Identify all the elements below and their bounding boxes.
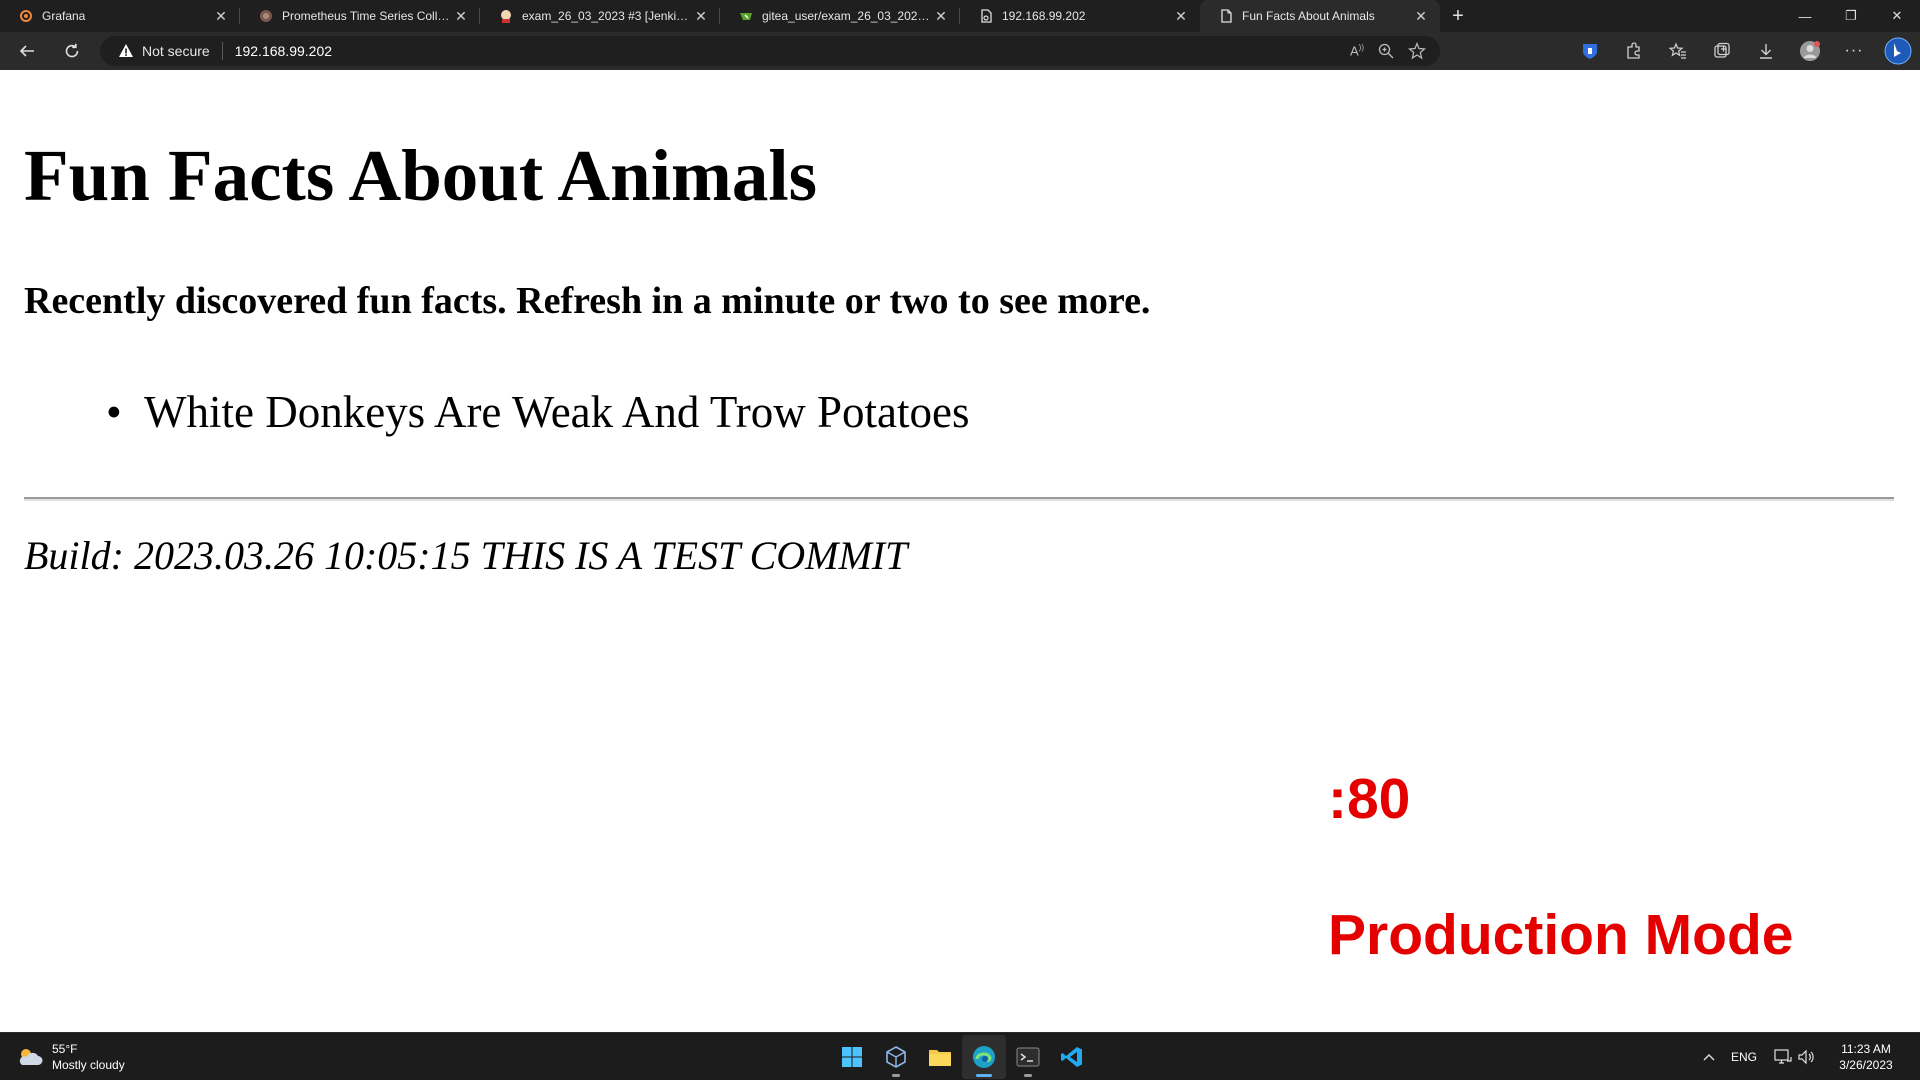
system-tray: ENG 11:23 AM 3/26/2023 xyxy=(1694,1033,1920,1081)
clock[interactable]: 11:23 AM 3/26/2023 xyxy=(1826,1041,1906,1073)
chevron-up-icon[interactable] xyxy=(1694,1053,1724,1061)
start-button[interactable] xyxy=(830,1035,874,1079)
cloud-icon xyxy=(19,1049,43,1065)
terminal-app[interactable] xyxy=(1006,1035,1050,1079)
tab-gitea[interactable]: gitea_user/exam_26_03_2023 - e ✕ xyxy=(720,0,960,32)
url-text[interactable]: 192.168.99.202 xyxy=(235,43,332,59)
edge-app[interactable] xyxy=(962,1035,1006,1079)
jenkins-icon xyxy=(498,8,514,24)
taskbar: 55°F Mostly cloudy ENG 11:23 AM 3/26/202… xyxy=(0,1032,1920,1080)
weather-temp: 55°F xyxy=(52,1042,78,1056)
fact-text: White Donkeys Are Weak And Trow Potatoes xyxy=(144,387,970,437)
tab-strip: Grafana ✕ Prometheus Time Series Collect… xyxy=(0,0,1920,32)
prometheus-icon xyxy=(258,8,274,24)
close-tab-icon[interactable]: ✕ xyxy=(452,7,470,25)
document-icon xyxy=(1218,8,1234,24)
vscode-icon xyxy=(1061,1047,1082,1067)
puzzle-icon xyxy=(1627,42,1640,59)
back-arrow-icon xyxy=(19,45,34,57)
web-page: Fun Facts About Animals Recently discove… xyxy=(0,70,1920,1032)
list-item: • White Donkeys Are Weak And Trow Potato… xyxy=(106,386,970,438)
tab-title: 192.168.99.202 xyxy=(1002,9,1086,23)
tab-title: gitea_user/exam_26_03_2023 - e xyxy=(762,9,932,23)
gitea-icon xyxy=(738,8,754,24)
weather-condition: Mostly cloudy xyxy=(52,1058,125,1072)
copilot-button[interactable] xyxy=(1876,32,1920,70)
profile-button[interactable] xyxy=(1788,32,1832,70)
facts-list: • White Donkeys Are Weak And Trow Potato… xyxy=(24,386,970,438)
avatar xyxy=(1800,41,1820,61)
tab-title: Grafana xyxy=(42,9,86,23)
network-icon xyxy=(1774,1049,1792,1064)
close-tab-icon[interactable]: ✕ xyxy=(1412,7,1430,25)
tab-title: Prometheus Time Series Collecti xyxy=(282,9,452,23)
weather-widget[interactable]: 55°F Mostly cloudy xyxy=(16,1041,125,1073)
zoom-icon[interactable] xyxy=(1378,43,1394,59)
extensions-button[interactable] xyxy=(1612,32,1656,70)
favorites-list-icon xyxy=(1669,42,1686,59)
security-label[interactable]: Not secure xyxy=(142,43,210,59)
virtualbox-icon xyxy=(886,1046,906,1068)
close-window-button[interactable]: ✕ xyxy=(1874,0,1920,32)
clock-date: 3/26/2023 xyxy=(1839,1058,1893,1072)
window-controls: — ❐ ✕ xyxy=(1782,0,1920,32)
page-subtitle: Recently discovered fun facts. Refresh i… xyxy=(24,280,1151,322)
tab-prometheus[interactable]: Prometheus Time Series Collecti ✕ xyxy=(240,0,480,32)
tab-title: exam_26_03_2023 #3 [Jenkins] xyxy=(522,9,692,23)
downloads-button[interactable] xyxy=(1744,32,1788,70)
close-tab-icon[interactable]: ✕ xyxy=(212,7,230,25)
collections-button[interactable] xyxy=(1700,32,1744,70)
warning-icon[interactable] xyxy=(118,43,134,59)
collections-icon xyxy=(1714,42,1730,58)
tab-jenkins[interactable]: exam_26_03_2023 #3 [Jenkins] ✕ xyxy=(480,0,720,32)
virtualbox-app[interactable] xyxy=(874,1035,918,1079)
extension-shield-button[interactable] xyxy=(1568,32,1612,70)
tab-fun-facts[interactable]: Fun Facts About Animals ✕ xyxy=(1200,0,1440,32)
windows-icon xyxy=(842,1047,862,1067)
refresh-icon xyxy=(65,43,79,58)
divider xyxy=(24,497,1894,501)
more-icon: ··· xyxy=(1844,42,1864,59)
volume-icon xyxy=(1798,1049,1814,1065)
tab-ip-address[interactable]: 192.168.99.202 ✕ xyxy=(960,0,1200,32)
mode-label: Production Mode xyxy=(1328,903,1794,967)
bullet: • xyxy=(106,387,122,437)
port-label: :80 xyxy=(1328,767,1411,831)
language-indicator[interactable]: ENG xyxy=(1724,1050,1764,1064)
restore-button[interactable]: ❐ xyxy=(1828,0,1874,32)
page-icon xyxy=(978,8,994,24)
bing-icon xyxy=(1884,37,1912,65)
favorites-button[interactable] xyxy=(1656,32,1700,70)
address-bar[interactable]: Not secure 192.168.99.202 A)) xyxy=(100,36,1440,66)
close-tab-icon[interactable]: ✕ xyxy=(932,7,950,25)
favorite-star-icon[interactable] xyxy=(1408,42,1426,60)
download-icon xyxy=(1760,44,1772,59)
shield-icon xyxy=(1583,44,1597,59)
folder-icon xyxy=(929,1050,951,1066)
tab-title: Fun Facts About Animals xyxy=(1242,9,1375,23)
back-button[interactable] xyxy=(9,35,45,67)
edge-icon xyxy=(973,1046,995,1068)
close-tab-icon[interactable]: ✕ xyxy=(1172,7,1190,25)
refresh-button[interactable] xyxy=(54,35,90,67)
more-menu-button[interactable]: ··· xyxy=(1832,32,1876,70)
browser-toolbar: Not secure 192.168.99.202 A)) ··· xyxy=(0,32,1920,70)
file-explorer-app[interactable] xyxy=(918,1035,962,1079)
vscode-app[interactable] xyxy=(1050,1035,1094,1079)
clock-time: 11:23 AM xyxy=(1841,1042,1891,1056)
terminal-icon xyxy=(1016,1047,1040,1067)
taskbar-apps xyxy=(830,1033,1094,1081)
page-title: Fun Facts About Animals xyxy=(24,135,818,216)
quick-settings[interactable] xyxy=(1774,1049,1816,1065)
build-info: Build: 2023.03.26 10:05:15 THIS IS A TES… xyxy=(24,533,908,578)
grafana-icon xyxy=(18,8,34,24)
new-tab-button[interactable]: + xyxy=(1444,0,1472,32)
read-aloud-icon[interactable]: A)) xyxy=(1350,43,1364,58)
tab-grafana[interactable]: Grafana ✕ xyxy=(0,0,240,32)
minimize-button[interactable]: — xyxy=(1782,0,1828,32)
close-tab-icon[interactable]: ✕ xyxy=(692,7,710,25)
